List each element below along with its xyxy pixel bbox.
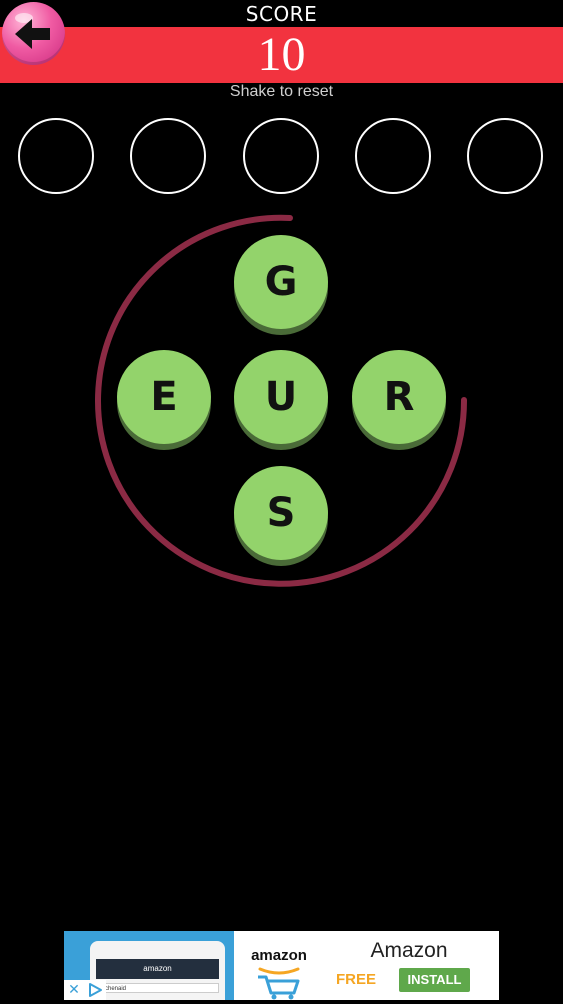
close-icon[interactable]: ✕ bbox=[64, 980, 84, 1000]
ad-install-button[interactable]: INSTALL bbox=[399, 968, 470, 992]
ad-phone-search: kitchenaid bbox=[96, 983, 219, 993]
ad-phone-screen: amazon kitchenaid bbox=[90, 941, 225, 1000]
ad-title: Amazon bbox=[370, 939, 448, 962]
ad-price: FREE bbox=[336, 971, 377, 988]
ad-phone-brand: amazon bbox=[96, 959, 219, 979]
letter-tile[interactable]: S bbox=[234, 466, 328, 560]
letter-tile[interactable]: R bbox=[352, 350, 446, 444]
letter-tile[interactable]: U bbox=[234, 350, 328, 444]
ad-banner[interactable]: amazon kitchenaid amazon Amazon FREE INS… bbox=[64, 931, 499, 1000]
amazon-logo-icon: amazon bbox=[244, 935, 314, 1000]
letter-tile[interactable]: G bbox=[234, 235, 328, 329]
letter-tile[interactable]: E bbox=[117, 350, 211, 444]
cart-icon bbox=[258, 967, 300, 1000]
adchoices-icon[interactable] bbox=[84, 980, 106, 1000]
